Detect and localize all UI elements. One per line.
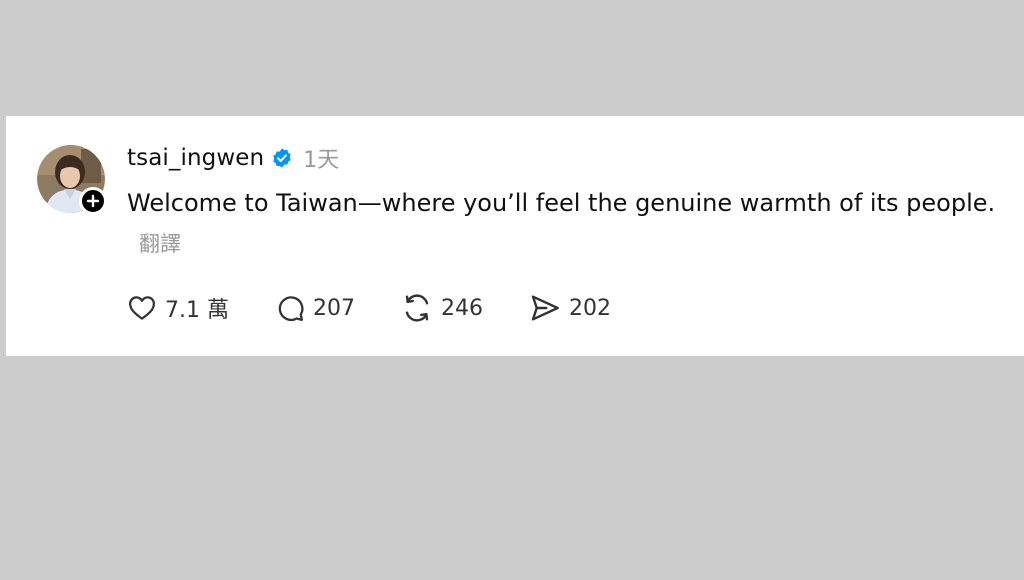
reply-count: 207 [312, 295, 355, 321]
post-header: tsai_ingwen 1天 [127, 141, 339, 175]
reply-button[interactable]: 207 [275, 293, 355, 323]
post-text: Welcome to Taiwan—where you’ll feel the … [127, 183, 1007, 264]
post-timestamp[interactable]: 1天 [303, 142, 339, 174]
post-card: tsai_ingwen 1天 Welcome to Taiwan—where y… [6, 116, 1024, 356]
repost-count: 246 [440, 295, 483, 321]
post-body: Welcome to Taiwan—where you’ll feel the … [127, 189, 996, 217]
repost-arrows-icon [401, 292, 433, 324]
like-button[interactable]: 7.1 萬 [127, 292, 229, 324]
share-count: 202 [568, 295, 611, 321]
post-actions: 7.1 萬 207 246 202 [127, 288, 611, 328]
paper-plane-icon [529, 292, 561, 324]
heart-icon [127, 293, 157, 323]
like-count: 7.1 萬 [165, 298, 229, 323]
repost-button[interactable]: 246 [401, 292, 483, 324]
verified-badge-icon [271, 147, 293, 169]
avatar-wrap[interactable] [37, 145, 107, 215]
username-link[interactable]: tsai_ingwen [127, 145, 264, 171]
follow-button[interactable] [79, 187, 107, 215]
speech-bubble-icon [275, 293, 305, 323]
translate-link[interactable]: 翻譯 [139, 232, 181, 256]
share-button[interactable]: 202 [529, 292, 611, 324]
plus-icon [86, 194, 100, 208]
